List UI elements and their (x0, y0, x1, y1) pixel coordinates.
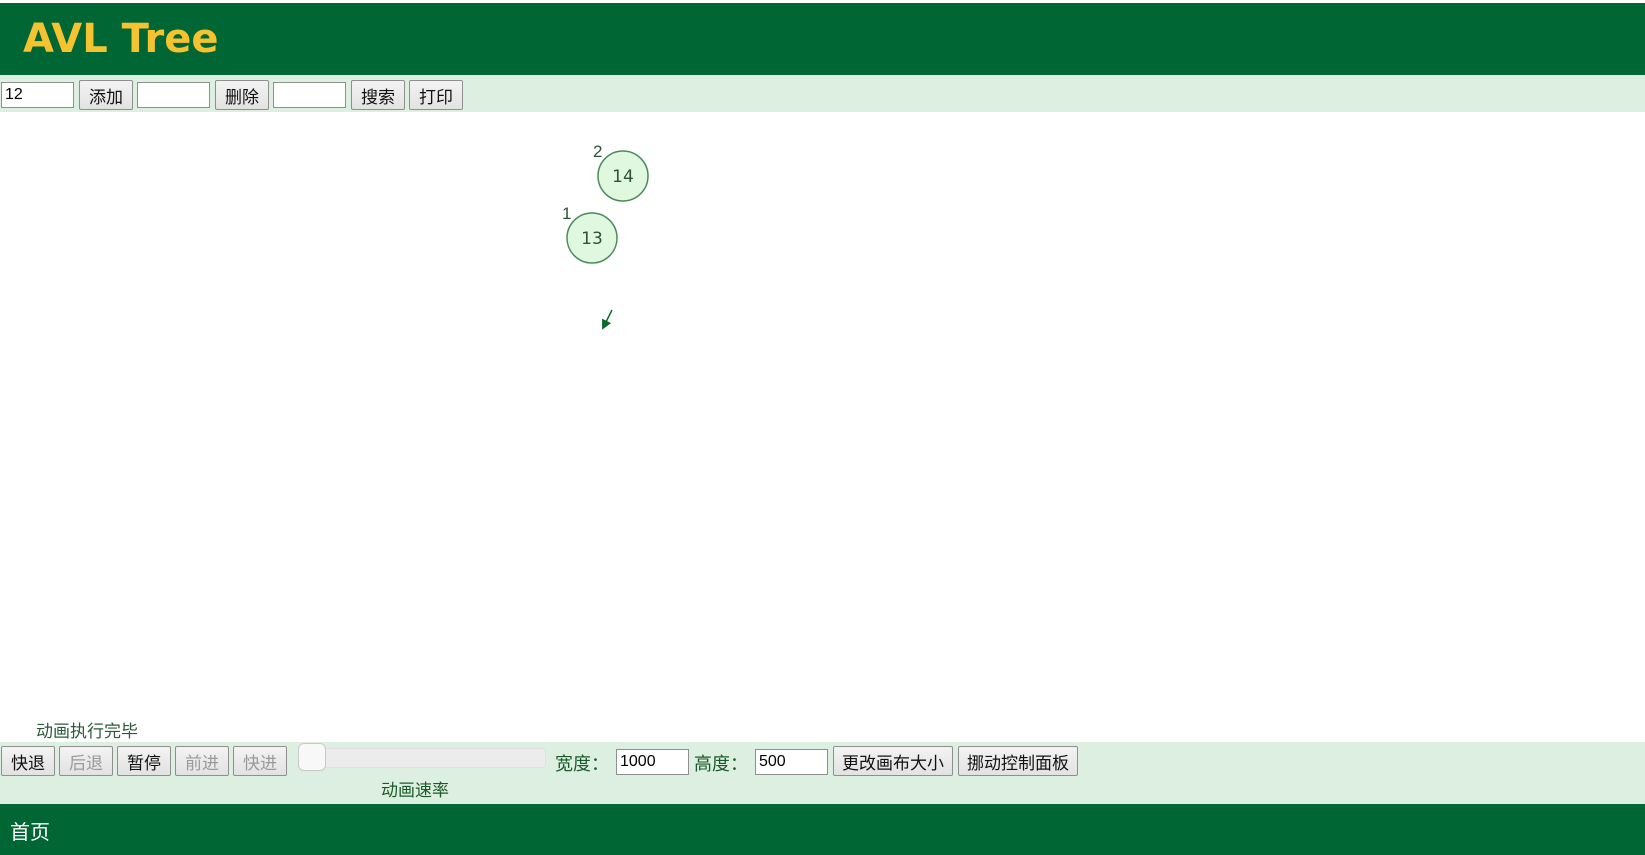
footer-bar: 首页 (0, 804, 1645, 855)
tree-node-value: 14 (612, 167, 634, 187)
tree-edge (602, 309, 613, 330)
animation-speed-slider[interactable] (300, 748, 546, 768)
step-forward-button[interactable]: 前进 (175, 746, 229, 776)
skip-back-button[interactable]: 快退 (1, 746, 55, 776)
move-control-panel-button[interactable]: 挪动控制面板 (958, 746, 1078, 776)
skip-forward-button[interactable]: 快进 (233, 746, 287, 776)
canvas-height-label: 高度： (694, 754, 748, 775)
print-button[interactable]: 打印 (409, 80, 463, 110)
tree-canvas: 2 14 1 13 (0, 112, 1645, 742)
node-height-label: 2 (593, 142, 602, 161)
step-back-button[interactable]: 后退 (59, 746, 113, 776)
tree-node-value: 13 (581, 229, 603, 249)
canvas-width-label: 宽度： (555, 754, 609, 775)
delete-value-input[interactable] (137, 82, 210, 108)
pause-button[interactable]: 暂停 (117, 746, 171, 776)
canvas-height-input[interactable] (755, 749, 828, 775)
page-title: AVL Tree (23, 16, 219, 62)
search-button[interactable]: 搜索 (351, 80, 405, 110)
header-bar: AVL Tree (0, 3, 1645, 75)
delete-button[interactable]: 删除 (215, 80, 269, 110)
animation-speed-label: 动画速率 (381, 781, 449, 801)
resize-canvas-button[interactable]: 更改画布大小 (833, 746, 953, 776)
animation-status-text: 动画执行完毕 (36, 722, 138, 742)
home-link[interactable]: 首页 (10, 816, 50, 845)
tree-svg: 2 14 1 13 (562, 142, 649, 330)
node-height-label: 1 (562, 204, 571, 223)
canvas-width-input[interactable] (616, 749, 689, 775)
animation-speed-slider-thumb[interactable] (298, 743, 326, 771)
add-button[interactable]: 添加 (79, 80, 133, 110)
search-value-input[interactable] (273, 82, 346, 108)
add-value-input[interactable] (1, 82, 74, 108)
